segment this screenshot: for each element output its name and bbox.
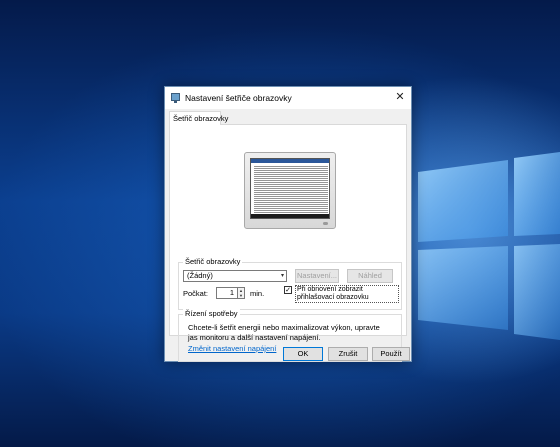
resume-logon-checkbox[interactable]: ✓ — [284, 286, 292, 294]
power-description: Chcete-li šetřit energii nebo maximalizo… — [188, 323, 380, 342]
screensaver-group-label: Šetřič obrazovky — [183, 257, 243, 267]
preview-document-text — [254, 166, 328, 213]
screensaver-group: Šetřič obrazovky (Žádný) ▾ Nastavení... … — [178, 257, 402, 310]
dialog-title: Nastavení šetřiče obrazovky — [185, 93, 292, 103]
screensaver-select-value: (Žádný) — [187, 271, 213, 280]
cancel-button[interactable]: Zrušit — [328, 347, 368, 361]
preview-button[interactable]: Náhled — [347, 269, 393, 283]
ok-button[interactable]: OK — [283, 347, 323, 361]
monitor-icon — [171, 93, 180, 103]
dialog-titlebar[interactable]: Nastavení šetřiče obrazovky ✕ — [165, 87, 411, 109]
resume-logon-label[interactable]: Při obnovení zobrazit přihlašovací obraz… — [295, 285, 399, 303]
wait-label: Počkat: — [183, 289, 209, 298]
tab-screensaver[interactable]: Šetřič obrazovky — [169, 111, 228, 125]
change-power-settings-link[interactable]: Změnit nastavení napájení — [188, 344, 276, 353]
settings-button[interactable]: Nastavení... — [295, 269, 339, 283]
power-group-label: Řízení spotřeby — [183, 309, 240, 319]
wait-minutes-input[interactable]: 1 — [216, 287, 238, 299]
dialog-client-area: Šetřič obrazovky Šetřič obrazovky (Žádný… — [165, 109, 411, 362]
tab-panel: Šetřič obrazovky (Žádný) ▾ Nastavení... … — [169, 124, 407, 362]
chevron-down-icon: ▾ — [280, 273, 284, 279]
monitor-preview — [244, 152, 336, 229]
preview-screen — [250, 158, 330, 219]
wait-minutes-spinner[interactable]: ▲ ▼ — [238, 287, 245, 299]
apply-button[interactable]: Použít — [372, 347, 410, 361]
close-icon[interactable]: ✕ — [391, 89, 409, 105]
screensaver-settings-dialog: Nastavení šetřiče obrazovky ✕ Šetřič obr… — [164, 86, 412, 362]
monitor-power-button — [323, 222, 328, 225]
screensaver-select[interactable]: (Žádný) ▾ — [183, 270, 287, 282]
preview-taskbar — [251, 214, 329, 218]
wait-unit-label: min. — [250, 289, 265, 298]
spin-down-icon[interactable]: ▼ — [238, 293, 244, 298]
preview-window-titlebar — [251, 159, 329, 163]
